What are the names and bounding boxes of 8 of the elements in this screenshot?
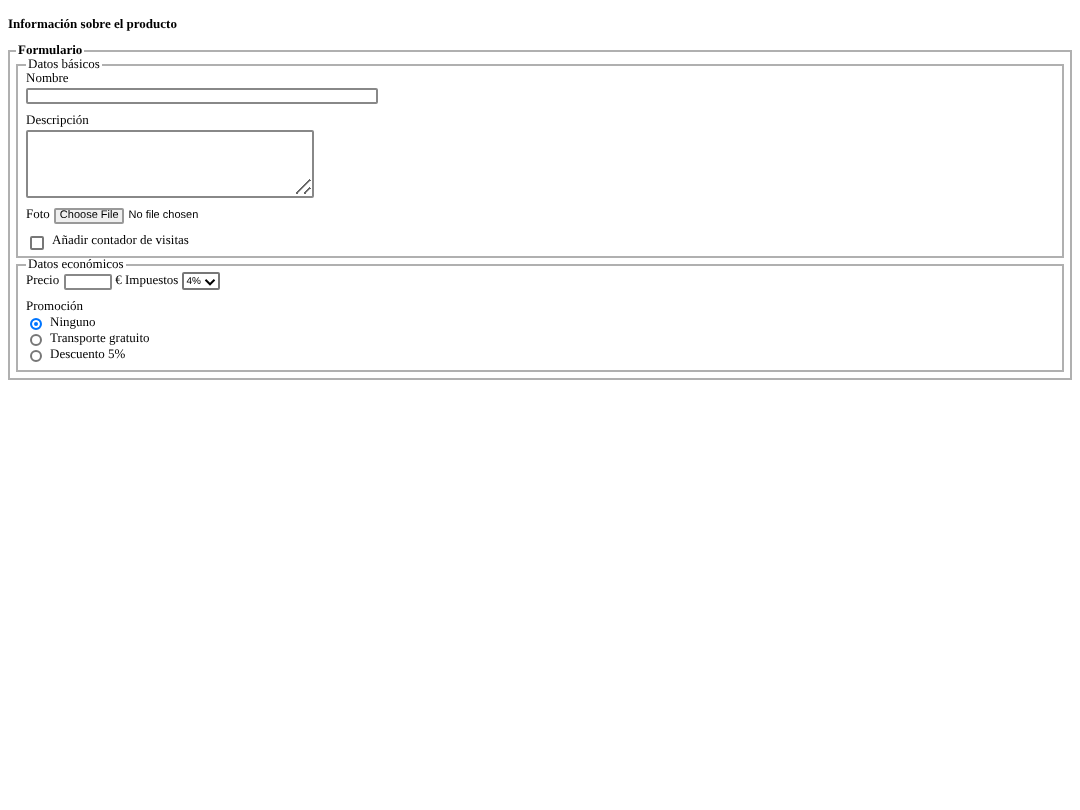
radio-button[interactable] — [30, 318, 42, 330]
name-input-field[interactable] — [26, 88, 378, 104]
price-input-field[interactable] — [63, 273, 112, 289]
radio-button[interactable] — [30, 350, 42, 362]
caret-icon — [204, 277, 217, 285]
radio-button[interactable] — [30, 334, 42, 346]
checkbox[interactable] — [30, 235, 44, 249]
description-textarea[interactable] — [26, 130, 314, 198]
